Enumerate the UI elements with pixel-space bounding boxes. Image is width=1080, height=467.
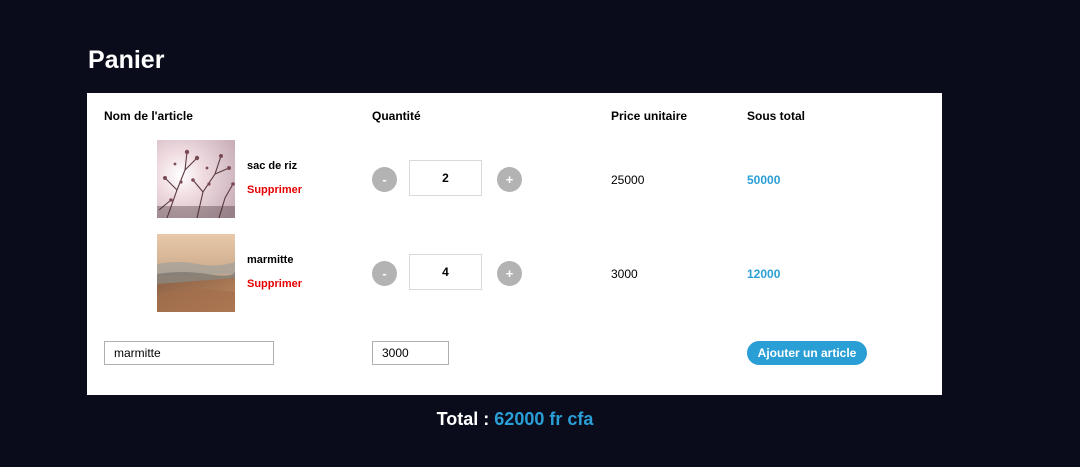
cart-row: marmitte Supprimer - 4 + 3000 12000 xyxy=(87,234,942,314)
item-name: sac de riz xyxy=(247,160,298,172)
item-image-landscape xyxy=(157,234,235,312)
cart-total: Total : 62000 fr cfa xyxy=(0,409,1030,430)
cart-panel: Nom de l'article Quantité Price unitaire… xyxy=(87,93,942,395)
increase-quantity-button[interactable]: + xyxy=(497,167,522,192)
remove-item-link[interactable]: Supprimer xyxy=(247,184,302,196)
cart-row: sac de riz Supprimer - 2 + 25000 50000 xyxy=(87,140,942,220)
page-title: Panier xyxy=(88,46,165,74)
item-image-blossom xyxy=(157,140,235,218)
subtotal: 12000 xyxy=(747,267,781,281)
total-label: Total : xyxy=(436,409,490,429)
total-value: 62000 fr cfa xyxy=(494,409,594,429)
column-header-subtotal: Sous total xyxy=(747,109,806,123)
new-item-price-input[interactable] xyxy=(372,341,449,365)
decrease-quantity-button[interactable]: - xyxy=(372,167,397,192)
quantity-value: 4 xyxy=(409,254,482,290)
unit-price: 3000 xyxy=(611,267,638,281)
column-header-item: Nom de l'article xyxy=(104,109,193,123)
quantity-value: 2 xyxy=(409,160,482,196)
unit-price: 25000 xyxy=(611,173,645,187)
column-header-quantity: Quantité xyxy=(372,109,421,123)
item-name: marmitte xyxy=(247,254,294,266)
decrease-quantity-button[interactable]: - xyxy=(372,261,397,286)
remove-item-link[interactable]: Supprimer xyxy=(247,278,302,290)
increase-quantity-button[interactable]: + xyxy=(497,261,522,286)
new-item-name-input[interactable] xyxy=(104,341,274,365)
add-item-button[interactable]: Ajouter un article xyxy=(747,341,867,365)
subtotal: 50000 xyxy=(747,173,781,187)
column-header-unit-price: Price unitaire xyxy=(611,109,688,123)
